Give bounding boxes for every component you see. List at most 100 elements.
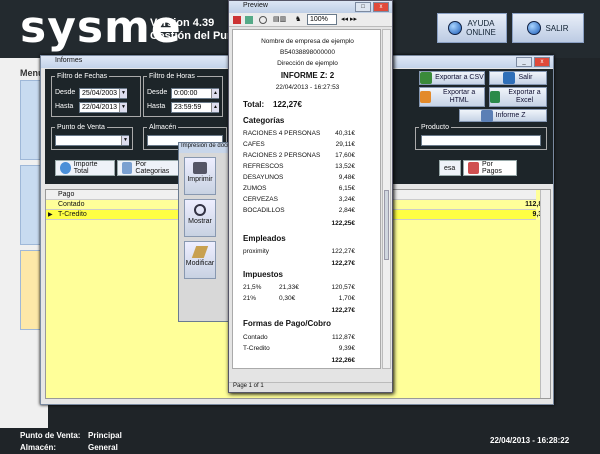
help-online-label: AYUDA ONLINE bbox=[466, 19, 496, 37]
report-date: 22/04/2013 - 16:27:53 bbox=[275, 84, 340, 91]
employee-value: 122,27€ bbox=[331, 248, 356, 255]
tax-value: 120,57€ bbox=[331, 284, 356, 291]
print-icon[interactable] bbox=[233, 16, 241, 24]
help-online-button[interactable]: AYUDA ONLINE bbox=[437, 13, 507, 43]
company-name: Nombre de empresa de ejemplo bbox=[261, 38, 354, 45]
report-icon bbox=[480, 109, 493, 122]
time-to-label: Hasta bbox=[147, 103, 166, 110]
print-window: Impresión de docu Imprimir Mostrar Modif… bbox=[178, 142, 234, 322]
html-icon bbox=[420, 91, 432, 103]
pencil-icon bbox=[191, 246, 209, 258]
scroll-thumb[interactable] bbox=[384, 190, 389, 260]
excel-icon bbox=[490, 91, 501, 103]
tab-importe-total-label: Importe Total bbox=[73, 161, 98, 175]
category-value: 13,52€ bbox=[335, 163, 355, 170]
minimize-button[interactable]: _ bbox=[516, 57, 532, 67]
print-window-title: Impresión de docu bbox=[179, 143, 234, 153]
category-value: 6,15€ bbox=[338, 185, 355, 192]
product-field[interactable] bbox=[421, 135, 541, 146]
payment-value: 9,39€ bbox=[338, 345, 355, 352]
export-html-label: Exportar a HTML bbox=[442, 89, 476, 104]
category-name: CERVEZAS bbox=[243, 196, 278, 203]
pos-footer-value: Principal bbox=[88, 431, 122, 440]
category-value: 40,31€ bbox=[335, 130, 355, 137]
export-excel-button[interactable]: Exportar a Excel bbox=[489, 87, 547, 107]
informes-title: Informes bbox=[55, 57, 83, 64]
total-label: Total: bbox=[243, 100, 265, 109]
category-icon bbox=[122, 162, 133, 174]
tab-mesa[interactable]: esa bbox=[439, 160, 461, 176]
calendar-dropdown-icon[interactable]: ▼ bbox=[119, 89, 127, 98]
date-to-label: Hasta bbox=[55, 103, 74, 110]
zoom-icon[interactable] bbox=[259, 16, 267, 24]
preview-status: Page 1 of 1 bbox=[229, 382, 392, 392]
printer-icon bbox=[193, 162, 207, 174]
print-label: Imprimir bbox=[187, 176, 213, 183]
report-number: INFORME Z: 2 bbox=[280, 71, 335, 80]
tab-mesa-label: esa bbox=[444, 164, 456, 172]
category-value: 17,60€ bbox=[335, 152, 355, 159]
payment-name: Contado bbox=[243, 334, 268, 341]
chevron-down-icon[interactable]: ▼ bbox=[121, 136, 129, 145]
total-value: 122,27€ bbox=[273, 100, 302, 109]
tab-por-pagos-label: Por Pagos bbox=[482, 161, 502, 175]
time-from-label: Desde bbox=[147, 89, 168, 96]
globe-icon bbox=[448, 21, 463, 35]
close-button[interactable]: x bbox=[534, 57, 550, 67]
categories-title: Categorías bbox=[243, 116, 285, 125]
exit-button[interactable]: SALIR bbox=[512, 13, 584, 43]
category-value: 9,48€ bbox=[338, 174, 355, 181]
maximize-button[interactable]: □ bbox=[355, 2, 371, 12]
preview-scrollbar[interactable] bbox=[382, 29, 391, 369]
footer-datetime: 22/04/2013 - 16:28:22 bbox=[490, 436, 570, 445]
taxes-total: 122,27€ bbox=[331, 307, 356, 314]
close-button[interactable]: x bbox=[373, 2, 389, 12]
show-button[interactable]: Mostrar bbox=[184, 199, 216, 237]
tax-base: 21,33€ bbox=[279, 284, 299, 291]
pos-select[interactable] bbox=[55, 135, 129, 146]
export-csv-button[interactable]: Exportar a CSV bbox=[419, 71, 485, 85]
zoom-select[interactable]: 100% bbox=[307, 14, 337, 25]
company-cif: B54038898000000 bbox=[280, 49, 335, 56]
tab-importe-total[interactable]: Importe Total bbox=[55, 160, 115, 176]
grid-scrollbar[interactable] bbox=[540, 190, 550, 398]
row-selector-icon: ▶ bbox=[48, 212, 53, 218]
pos-legend: Punto de Venta bbox=[57, 124, 105, 131]
globe-icon bbox=[527, 21, 542, 35]
warehouse-legend: Almacén bbox=[149, 124, 177, 131]
nav-arrows-icon[interactable]: ◂◂ ▸▸ bbox=[341, 15, 357, 23]
report-z-label: Informe Z bbox=[495, 111, 526, 119]
save-icon[interactable] bbox=[245, 16, 253, 24]
tab-por-pagos[interactable]: Por Pagos bbox=[463, 160, 517, 176]
tab-por-categorias[interactable]: Por Categorias bbox=[117, 160, 181, 176]
export-html-button[interactable]: Exportar a HTML bbox=[419, 87, 485, 107]
find-icon[interactable]: ♞ bbox=[295, 15, 301, 23]
employee-name: proximity bbox=[243, 248, 270, 255]
product-legend: Producto bbox=[421, 124, 450, 131]
tax-rate: 21% bbox=[243, 295, 257, 302]
date-from-label: Desde bbox=[55, 89, 76, 96]
print-button[interactable]: Imprimir bbox=[184, 157, 216, 195]
pages-icon[interactable]: ▤▥ bbox=[273, 15, 286, 23]
category-value: 29,11€ bbox=[335, 141, 355, 148]
tab-por-categorias-label: Por Categorias bbox=[135, 161, 170, 175]
preview-page: Nombre de empresa de ejemplo B5403889800… bbox=[232, 29, 381, 369]
warehouse-footer-label: Almacén: bbox=[20, 443, 57, 452]
csv-icon bbox=[420, 72, 433, 84]
exit-report-label: Salir bbox=[518, 74, 533, 81]
row-label: Contado bbox=[58, 201, 85, 208]
spinner-icon[interactable]: ▲ bbox=[211, 89, 219, 98]
show-label: Mostrar bbox=[188, 218, 212, 225]
calendar-dropdown-icon[interactable]: ▼ bbox=[119, 103, 127, 112]
status-footer: Punto de Venta: Principal Almacén: Gener… bbox=[0, 428, 600, 454]
exit-report-button[interactable]: Salir bbox=[489, 71, 547, 85]
categories-total: 122,25€ bbox=[331, 220, 356, 227]
payments-total: 122,26€ bbox=[331, 357, 356, 364]
spinner-icon[interactable]: ▲ bbox=[211, 103, 219, 112]
payment-name: T-Credito bbox=[243, 345, 270, 352]
modify-button[interactable]: Modificar bbox=[184, 241, 216, 279]
tax-base: 0,30€ bbox=[279, 295, 296, 302]
report-z-button[interactable]: Informe Z bbox=[459, 109, 547, 122]
date-filter-legend: Filtro de Fechas bbox=[57, 73, 108, 80]
grid-header-pago: Pago bbox=[58, 191, 75, 198]
